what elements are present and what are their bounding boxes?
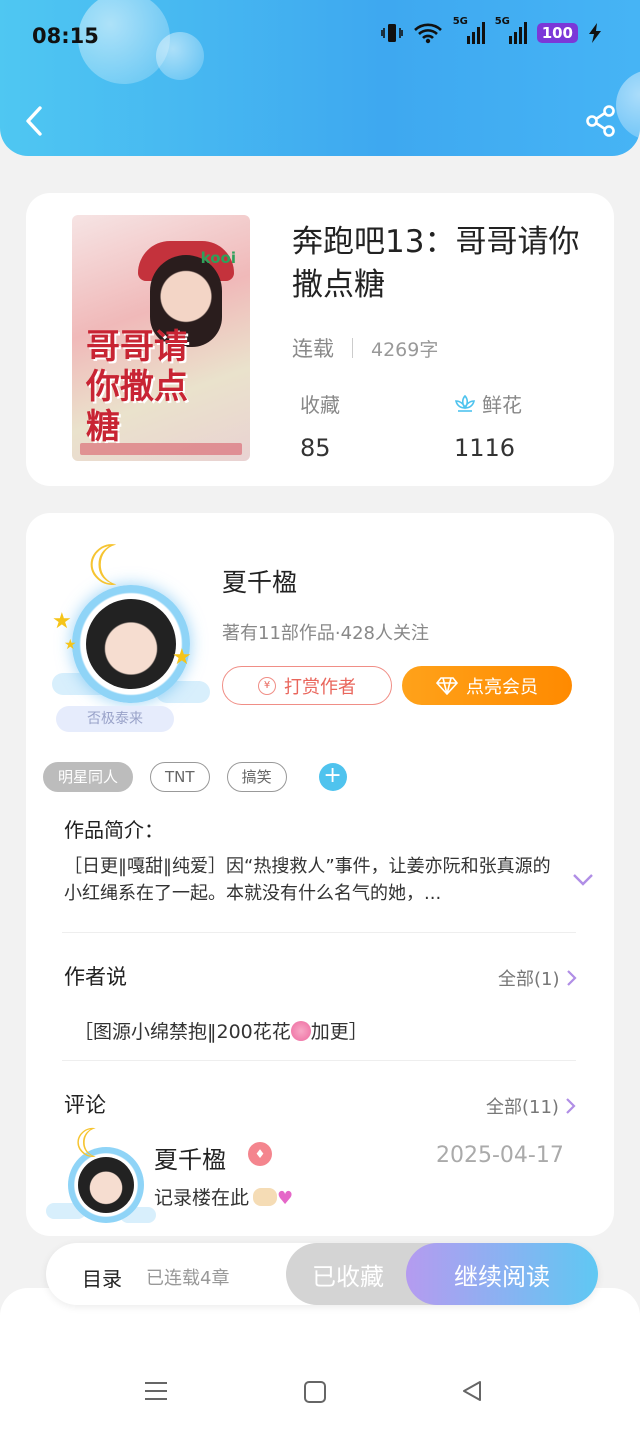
star-icon: ★ xyxy=(64,637,77,653)
continue-reading-label: 继续阅读 xyxy=(454,1262,550,1291)
tip-author-button[interactable]: ¥ 打赏作者 xyxy=(222,666,392,705)
author-say-text-before: ［图源小绵禁抱‖200花花 xyxy=(74,1021,291,1043)
book-status: 连载 xyxy=(292,337,334,361)
tag-item[interactable]: 搞笑 xyxy=(226,762,287,792)
tag-item[interactable]: TNT xyxy=(150,762,210,792)
flowers-label-row: 鲜花 xyxy=(454,389,522,418)
chevron-down-icon[interactable] xyxy=(572,873,594,887)
nav-back-icon[interactable] xyxy=(460,1379,484,1403)
tag-list: 明星同人 TNT 搞笑 + xyxy=(43,762,347,792)
battery-level: 100 xyxy=(536,23,578,43)
divider xyxy=(62,1060,576,1061)
home-icon[interactable] xyxy=(304,1381,326,1403)
status-time: 08:15 xyxy=(32,24,99,48)
flowers-stat: 鲜花 1116 xyxy=(454,389,522,462)
tag-item[interactable]: 明星同人 xyxy=(43,762,134,792)
book-card: kooi 哥哥请你撒点糖 奔跑吧13：哥哥请你撒点糖 连载 4269字 收藏 8… xyxy=(26,193,614,486)
diamond-icon xyxy=(436,676,458,695)
summary-title: 作品简介： xyxy=(64,818,164,842)
comment-avatar[interactable]: ☾ xyxy=(46,1121,156,1235)
author-card: ☾ ★ ★ ★ 否极泰来 夏千楹 著有11部作品·428人关注 ¥ 打赏作者 点… xyxy=(26,513,614,1236)
favorites-label: 收藏 xyxy=(300,393,340,417)
signal-1: 5G xyxy=(453,16,485,44)
author-say-text-after: 加更］ xyxy=(310,1021,368,1043)
back-icon[interactable] xyxy=(20,102,50,140)
word-count: 4269字 xyxy=(371,338,439,361)
moon-icon: ☾ xyxy=(86,534,137,599)
decor-bubble xyxy=(616,70,640,140)
yen-icon: ¥ xyxy=(258,676,276,695)
book-cover[interactable]: kooi 哥哥请你撒点糖 xyxy=(72,215,250,461)
summary-text[interactable]: ［日更‖嘎甜‖纯爱］因“热搜救人”事件，让姜亦阮和张真源的小红绳系在了一起。本就… xyxy=(64,853,554,907)
author-say-more[interactable]: 全部(1) xyxy=(498,965,577,991)
chevron-right-icon xyxy=(566,1098,576,1114)
share-icon[interactable] xyxy=(584,104,618,138)
action-bar: 目录 已连载4章 已收藏 继续阅读 xyxy=(46,1243,598,1305)
continue-reading-button[interactable]: 继续阅读 xyxy=(406,1243,598,1305)
comments-more-label: 全部(11) xyxy=(486,1097,559,1118)
tip-author-label: 打赏作者 xyxy=(284,676,356,698)
moon-icon: ☾ xyxy=(74,1121,110,1167)
book-meta: 连载 4269字 xyxy=(292,333,438,363)
cover-art xyxy=(80,443,242,455)
toc-button[interactable]: 目录 xyxy=(82,1263,122,1292)
bottom-panel xyxy=(0,1288,640,1431)
star-icon: ★ xyxy=(172,645,192,670)
lotus-icon xyxy=(454,394,476,412)
flowers-value: 1116 xyxy=(454,434,516,462)
flower-icon xyxy=(290,1021,311,1041)
author-say-text: ［图源小绵禁抱‖200花花 加更］ xyxy=(74,1017,368,1044)
status-icons: 5G 5G 100 xyxy=(380,16,602,44)
author-say-more-label: 全部(1) xyxy=(498,969,560,990)
author-info: 著有11部作品·428人关注 xyxy=(222,623,429,644)
hands-emoji-icon xyxy=(253,1188,278,1206)
author-name[interactable]: 夏千楹 xyxy=(222,563,297,599)
comment-text-value: 记录楼在此 xyxy=(154,1187,250,1209)
author-avatar[interactable]: ☾ ★ ★ ★ xyxy=(46,533,210,733)
divider xyxy=(352,338,353,358)
vip-label: 点亮会员 xyxy=(466,676,538,698)
comments-more[interactable]: 全部(11) xyxy=(486,1093,576,1119)
comment-date: 2025-04-17 xyxy=(436,1143,564,1168)
cover-title: 哥哥请你撒点糖 xyxy=(86,327,188,447)
toc-chapter-count[interactable]: 已连载4章 xyxy=(146,1264,229,1290)
network-label: 5G xyxy=(452,16,468,27)
vip-button[interactable]: 点亮会员 xyxy=(402,666,572,705)
book-title: 奔跑吧13：哥哥请你撒点糖 xyxy=(292,224,580,303)
fan-badge: 否极泰来 xyxy=(56,706,174,732)
add-tag-button[interactable]: + xyxy=(318,763,347,791)
flowers-label: 鲜花 xyxy=(482,393,522,417)
favorites-stat: 收藏 85 xyxy=(300,389,340,462)
divider xyxy=(62,932,576,933)
comment-user[interactable]: 夏千楹 xyxy=(154,1140,226,1175)
favorites-value: 85 xyxy=(300,434,331,462)
author-say-title: 作者说 xyxy=(64,965,127,989)
comment-text: 记录楼在此 ♥ xyxy=(154,1183,293,1210)
charging-icon xyxy=(589,23,601,43)
menu-icon[interactable] xyxy=(144,1380,168,1402)
wifi-icon xyxy=(413,23,442,44)
chevron-right-icon xyxy=(566,970,577,986)
network-label: 5G xyxy=(494,16,510,27)
decor-bubble xyxy=(156,32,204,80)
star-icon: ★ xyxy=(52,609,72,634)
cover-brand: kooi xyxy=(200,249,236,267)
signal-2: 5G xyxy=(495,16,527,44)
header: 08:15 5G 5G 100 xyxy=(0,0,640,156)
avatar xyxy=(86,599,176,689)
collected-label: 已收藏 xyxy=(312,1262,384,1291)
comments-title: 评论 xyxy=(64,1093,106,1117)
heart-emoji-icon: ♥ xyxy=(277,1188,294,1209)
vibrate-icon xyxy=(380,24,403,42)
member-badge-icon: ♦ xyxy=(248,1142,272,1166)
